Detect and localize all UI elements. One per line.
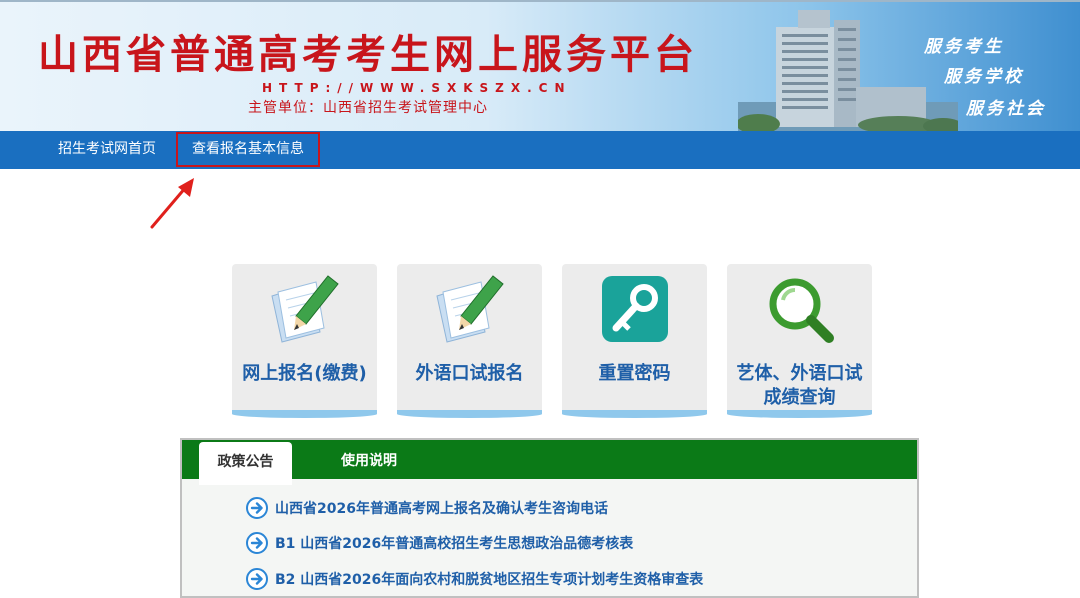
notice-link[interactable]: B1 山西省2026年普通高校招生考生思想政治品德考核表 [275,533,633,553]
site-subtitle: 主管单位：山西省招生考试管理中心 [248,100,488,116]
key-icon [602,276,668,342]
site-url: HTTP://WWW.SXKSZX.CN [262,81,572,95]
slogan-2: 服务学校 [944,67,1024,87]
nav-item-home[interactable]: 招生考试网首页 [58,131,156,169]
nav-item-registration-info[interactable]: 查看报名基本信息 [176,132,320,167]
tile-label-line2: 成绩查询 [763,387,836,408]
header-banner: 山西省普通高考考生网上服务平台 HTTP://WWW.SXKSZX.CN 主管单… [0,0,1080,131]
notice-tabs: 政策公告 使用说明 [182,440,917,485]
arrow-right-circle-icon [246,532,268,554]
arrow-right-circle-icon [246,497,268,519]
pencil-paper-icon [271,275,339,343]
tile-label: 外语口试报名 [415,363,524,384]
pencil-paper-icon [436,275,504,343]
slogan-3: 服务社会 [966,99,1046,119]
notice-item[interactable]: 山西省2026年普通高考网上报名及确认考生咨询电话 [246,494,608,522]
notice-link[interactable]: 山西省2026年普通高考网上报名及确认考生咨询电话 [275,498,608,518]
site-title: 山西省普通高考考生网上服务平台 [38,31,698,78]
notice-item[interactable]: B2 山西省2026年面向农村和脱贫地区招生专项计划考生资格审查表 [246,565,703,593]
notice-link[interactable]: B2 山西省2026年面向农村和脱贫地区招生专项计划考生资格审查表 [275,569,703,589]
tile-online-registration[interactable]: 网上报名(缴费) [232,264,377,418]
tile-label-line1: 艺体、外语口试 [736,363,863,384]
magnifier-icon [769,278,834,343]
slogan-1: 服务考生 [924,37,1004,57]
tile-label: 艺体、外语口试 成绩查询 [727,362,872,410]
annotation-arrow-icon [150,178,194,229]
tile-score-query[interactable]: 艺体、外语口试 成绩查询 [727,264,872,418]
tile-oral-exam-registration[interactable]: 外语口试报名 [397,264,542,418]
building-image [738,10,958,131]
tile-label: 网上报名(缴费) [242,363,367,384]
arrow-right-circle-icon [246,568,268,590]
nav-bar: 招生考试网首页 查看报名基本信息 [0,131,1080,169]
tab-policy-announcements[interactable]: 政策公告 [199,442,292,485]
tile-reset-password[interactable]: 重置密码 [562,264,707,418]
tab-instructions[interactable]: 使用说明 [341,440,397,479]
notice-item[interactable]: B1 山西省2026年普通高校招生考生思想政治品德考核表 [246,529,633,557]
tile-label: 重置密码 [598,363,671,384]
notice-panel: 政策公告 使用说明 山西省2026年普通高考网上报名及确认考生咨询电话 B1 山… [180,438,919,598]
